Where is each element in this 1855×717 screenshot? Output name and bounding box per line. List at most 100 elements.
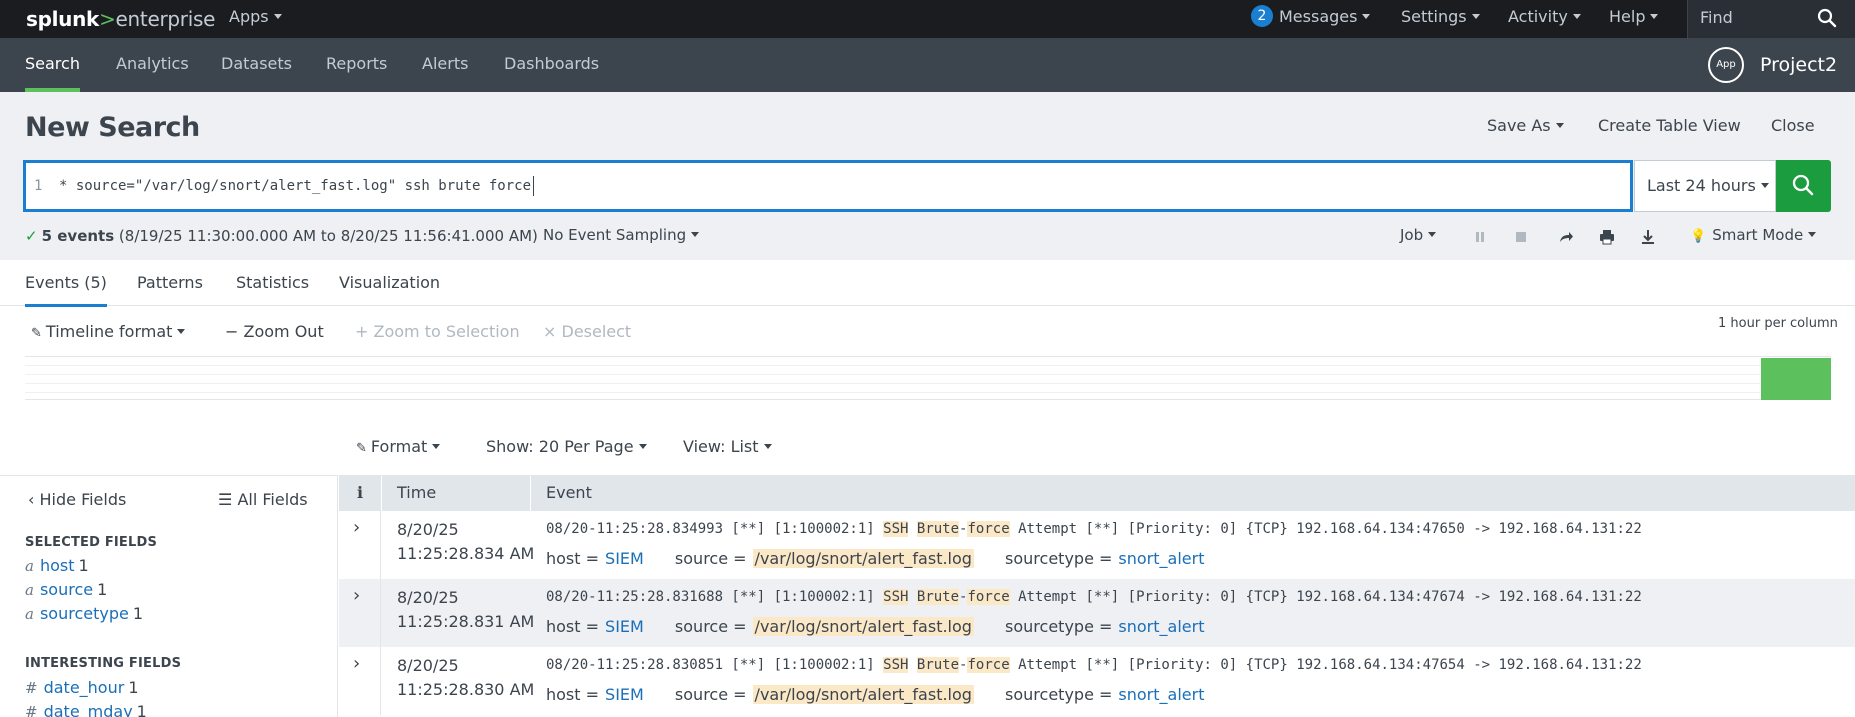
field-sourcetype[interactable]: a sourcetype 1	[25, 604, 143, 623]
field-host[interactable]: a host 1	[25, 556, 89, 575]
stop-icon[interactable]	[1513, 229, 1529, 245]
tab-visualization[interactable]: Visualization	[339, 260, 440, 306]
field-date-mday[interactable]: # date_mday 1	[25, 702, 147, 717]
timeline-gridline	[25, 383, 1760, 384]
format-menu[interactable]: ✎ Format	[356, 437, 441, 456]
all-fields-button[interactable]: ☰ All Fields	[218, 490, 308, 509]
help-menu[interactable]: Help	[1609, 0, 1659, 38]
chevron-down-icon	[177, 329, 186, 334]
close-icon: ×	[543, 322, 557, 341]
download-icon[interactable]	[1640, 229, 1656, 245]
timeline-bar[interactable]	[1761, 358, 1831, 400]
event-raw: 08/20-11:25:28.834993 [**] [1:100002:1] …	[546, 521, 1642, 537]
share-icon[interactable]	[1558, 229, 1574, 245]
tab-patterns[interactable]: Patterns	[137, 260, 203, 306]
tab-alerts[interactable]: Alerts	[422, 38, 468, 92]
save-as-menu[interactable]: Save As	[1487, 116, 1564, 135]
search-query-input[interactable]: 1 * source="/var/log/snort/alert_fast.lo…	[23, 160, 1633, 212]
splunk-logo[interactable]: splunk>enterprise	[26, 7, 215, 31]
sourcetype-value[interactable]: snort_alert	[1118, 685, 1204, 704]
job-menu[interactable]: Job	[1400, 226, 1437, 244]
chevron-right-icon[interactable]: ›	[353, 653, 360, 674]
zoom-out-button[interactable]: − Zoom Out	[225, 322, 324, 341]
per-page-menu[interactable]: Show: 20 Per Page	[486, 437, 647, 456]
info-column-header: i	[357, 483, 364, 502]
apps-menu[interactable]: Apps	[229, 0, 282, 38]
messages-count-badge: 2	[1251, 5, 1273, 27]
chevron-down-icon	[1650, 14, 1659, 19]
search-header: New Search Save As Create Table View Clo…	[0, 92, 1855, 260]
timeline-gridline	[25, 374, 1760, 375]
zoom-to-selection-button[interactable]: + Zoom to Selection	[355, 322, 520, 341]
find-input[interactable]: Find	[1687, 0, 1855, 38]
tab-analytics[interactable]: Analytics	[116, 38, 189, 92]
event-fields: host = SIEM source =/var/log/snort/alert_…	[546, 685, 1205, 704]
checkmark-icon: ✓	[25, 227, 38, 245]
event-column-header: Event	[546, 483, 592, 502]
find-placeholder: Find	[1700, 8, 1733, 27]
sourcetype-value[interactable]: snort_alert	[1118, 617, 1204, 636]
source-value[interactable]: /var/log/snort/alert_fast.log	[752, 617, 974, 636]
tab-search[interactable]: Search	[25, 38, 80, 92]
list-icon: ☰	[218, 490, 233, 509]
timeline-format-menu[interactable]: ✎ Timeline format	[31, 322, 186, 341]
tab-dashboards[interactable]: Dashboards	[504, 38, 599, 92]
chevron-down-icon	[1760, 183, 1769, 188]
app-icon[interactable]: App	[1708, 47, 1744, 83]
chevron-right-icon[interactable]: ›	[353, 585, 360, 606]
chevron-down-icon	[1471, 14, 1480, 19]
table-row: › 8/20/25 11:25:28.834 AM 08/20-11:25:28.…	[339, 511, 1855, 579]
app-nav-bar: Search Analytics Datasets Reports Alerts…	[0, 38, 1855, 92]
event-time: 8/20/25 11:25:28.831 AM	[397, 588, 535, 631]
activity-menu[interactable]: Activity	[1508, 0, 1581, 38]
fields-sidebar: ‹ Hide Fields ☰ All Fields SELECTED FIEL…	[0, 475, 338, 717]
sourcetype-value[interactable]: snort_alert	[1118, 549, 1204, 568]
search-button[interactable]	[1776, 160, 1831, 212]
tab-reports[interactable]: Reports	[326, 38, 387, 92]
time-range-picker[interactable]: Last 24 hours	[1634, 160, 1776, 212]
timeline-chart[interactable]	[25, 356, 1831, 400]
timeline-gridline	[25, 365, 1760, 366]
event-sampling-menu[interactable]: No Event Sampling	[543, 226, 700, 244]
search-query-text[interactable]: * source="/var/log/snort/alert_fast.log"…	[59, 176, 535, 196]
table-row: › 8/20/25 11:25:28.831 AM 08/20-11:25:28.…	[339, 579, 1855, 647]
print-icon[interactable]	[1599, 229, 1615, 245]
chevron-down-icon	[432, 444, 441, 449]
timeline-gridline	[25, 392, 1760, 393]
host-value[interactable]: SIEM	[605, 617, 644, 636]
source-value[interactable]: /var/log/snort/alert_fast.log	[752, 549, 974, 568]
chevron-down-icon	[1555, 123, 1564, 128]
time-column-header[interactable]: Time	[397, 476, 436, 510]
tab-statistics[interactable]: Statistics	[236, 260, 309, 306]
field-date-hour[interactable]: # date_hour 1	[25, 678, 139, 697]
host-value[interactable]: SIEM	[605, 549, 644, 568]
tab-datasets[interactable]: Datasets	[221, 38, 292, 92]
hide-fields-button[interactable]: ‹ Hide Fields	[28, 490, 126, 509]
close-button[interactable]: Close	[1771, 116, 1815, 135]
timeline-scale-label: 1 hour per column	[1718, 316, 1838, 331]
selected-fields-heading: SELECTED FIELDS	[25, 535, 158, 550]
search-icon[interactable]	[1817, 8, 1837, 28]
event-fields: host = SIEM source =/var/log/snort/alert_…	[546, 617, 1205, 636]
event-count-status: ✓ 5 events (8/19/25 11:30:00.000 AM to 8/…	[25, 227, 538, 245]
messages-menu[interactable]: 2 Messages	[1251, 0, 1371, 38]
tab-events[interactable]: Events (5)	[25, 260, 107, 307]
deselect-button[interactable]: × Deselect	[543, 322, 631, 341]
app-name[interactable]: Project2	[1760, 38, 1837, 92]
plus-icon: +	[355, 322, 369, 341]
create-table-view-button[interactable]: Create Table View	[1598, 116, 1741, 135]
chevron-down-icon	[273, 14, 282, 19]
chevron-right-icon[interactable]: ›	[353, 517, 360, 538]
source-value[interactable]: /var/log/snort/alert_fast.log	[752, 685, 974, 704]
events-table-header: i Time Event	[339, 475, 1855, 512]
pause-icon[interactable]	[1472, 229, 1488, 245]
field-source[interactable]: a source 1	[25, 580, 107, 599]
global-bar: splunk>enterprise Apps 2 Messages Setting…	[0, 0, 1855, 38]
view-mode-menu[interactable]: View: List	[683, 437, 772, 456]
pencil-icon: ✎	[31, 326, 42, 341]
column-divider	[381, 476, 382, 512]
search-mode-menu[interactable]: 💡 Smart Mode	[1690, 226, 1817, 244]
settings-menu[interactable]: Settings	[1401, 0, 1480, 38]
table-row: › 8/20/25 11:25:28.830 AM 08/20-11:25:28.…	[339, 647, 1855, 715]
host-value[interactable]: SIEM	[605, 685, 644, 704]
